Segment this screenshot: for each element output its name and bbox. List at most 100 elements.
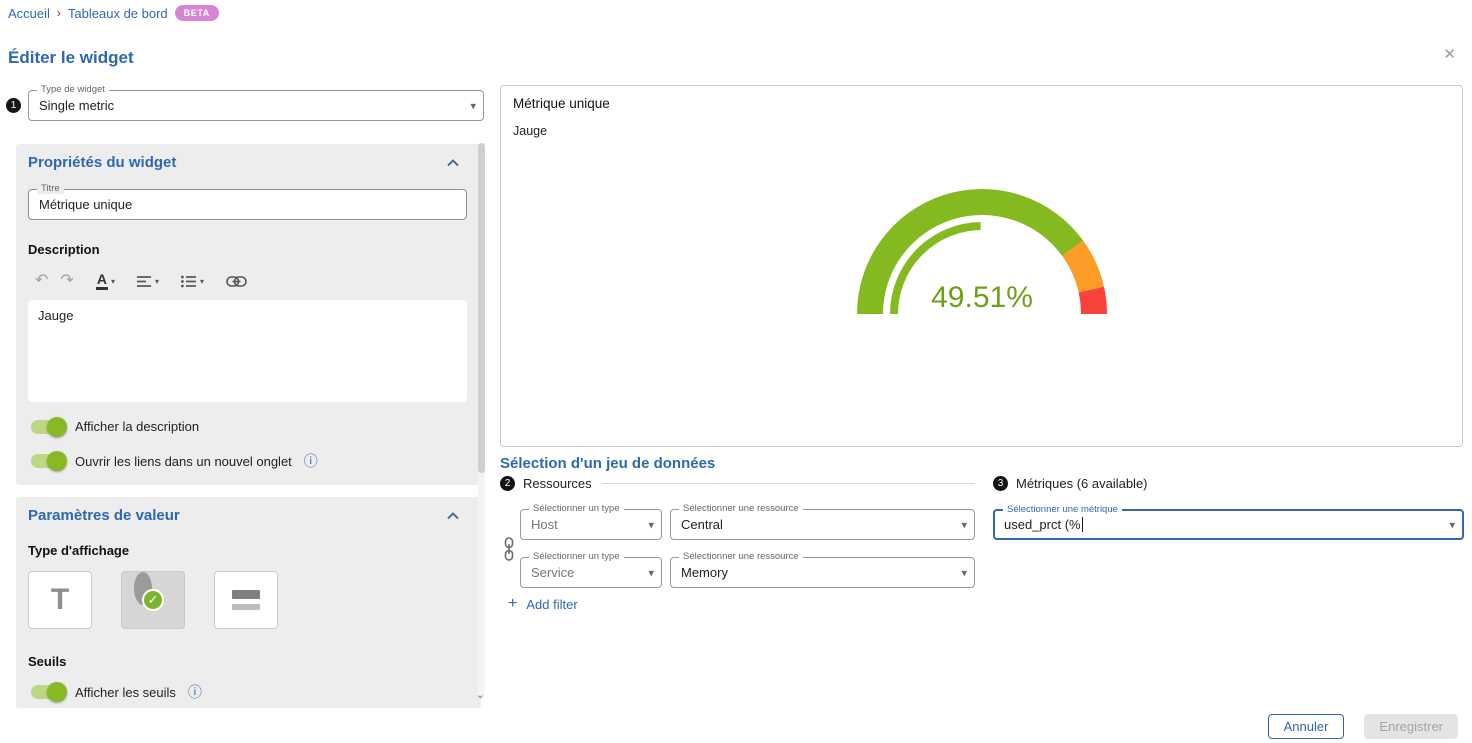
collapse-chevron-icon[interactable] <box>447 512 459 520</box>
step-2-badge: 2 <box>500 476 515 491</box>
gauge-chart: 49.51% <box>792 174 1172 334</box>
check-icon: ✓ <box>142 589 164 611</box>
select-label: Sélectionner une ressource <box>679 552 803 562</box>
breadcrumb-separator-icon: › <box>57 6 61 20</box>
scrollbar-thumb[interactable] <box>478 143 485 473</box>
footer-actions: Annuler Enregistrer <box>1268 714 1458 739</box>
plus-icon: + <box>508 596 517 612</box>
resource-type-select-2[interactable]: Sélectionner un type Service ▾ <box>520 557 662 588</box>
metrics-label: Métriques (6 available) <box>1016 476 1148 491</box>
page-title: Éditer le widget <box>8 48 134 68</box>
open-links-label: Ouvrir les liens dans un nouvel onglet <box>75 454 292 469</box>
select-label: Sélectionner un type <box>529 504 624 514</box>
bar-display-icon <box>232 590 260 610</box>
add-filter-label: Add filter <box>526 597 577 612</box>
select-value: Host <box>531 517 558 532</box>
open-links-row: Ouvrir les liens dans un nouvel onglet ⓘ <box>28 451 467 471</box>
text-display-icon: T <box>51 583 69 617</box>
show-thresholds-label: Afficher les seuils <box>75 685 176 700</box>
widget-type-select[interactable]: Type de widget Single metric ▾ <box>28 90 484 121</box>
description-editor[interactable]: Jauge <box>28 300 467 402</box>
title-input-label: Titre <box>37 184 64 194</box>
resource-select-1[interactable]: Sélectionner une ressource Central ▾ <box>670 509 975 540</box>
show-description-toggle[interactable] <box>31 420 64 434</box>
widget-type-row: 1 Type de widget Single metric ▾ <box>6 90 484 121</box>
thresholds-label: Seuils <box>28 654 467 669</box>
info-icon[interactable]: ⓘ <box>188 682 202 702</box>
text-color-icon: A <box>96 272 108 290</box>
left-panel-scrollbar[interactable] <box>478 143 485 698</box>
step-1-badge: 1 <box>6 98 21 113</box>
show-description-label: Afficher la description <box>75 419 199 434</box>
add-filter-button[interactable]: + Add filter <box>508 596 578 612</box>
scroll-down-icon[interactable]: ⌄ <box>476 688 485 701</box>
show-thresholds-toggle[interactable] <box>31 685 64 699</box>
close-icon[interactable]: ✕ <box>1439 43 1460 65</box>
redo-icon: ↷ <box>60 273 73 289</box>
chevron-down-icon: ▾ <box>648 518 654 531</box>
undo-button[interactable]: ↶ <box>30 270 53 292</box>
text-cursor <box>1082 517 1084 532</box>
preview-and-dataset-panel: Métrique unique Jauge 49.51% Sélection d… <box>500 85 1464 447</box>
metric-select-label: Sélectionner une métrique <box>1003 505 1122 515</box>
value-settings-title: Paramètres de valeur <box>28 507 180 524</box>
align-button[interactable]: ▾ <box>132 272 164 291</box>
widget-type-select-value: Single metric <box>39 98 114 113</box>
metric-select-value: used_prct (% <box>1004 517 1081 532</box>
dataset-section-title: Sélection d'un jeu de données <box>500 455 715 472</box>
chevron-down-icon: ▾ <box>155 277 159 286</box>
title-input-value: Métrique unique <box>39 197 132 212</box>
open-links-toggle[interactable] <box>31 454 64 468</box>
chevron-down-icon: ▾ <box>1449 518 1455 531</box>
align-left-icon <box>137 275 152 288</box>
divider <box>602 483 975 484</box>
value-settings-section: Paramètres de valeur Type d'affichage T … <box>16 497 481 708</box>
select-value: Memory <box>681 565 728 580</box>
chevron-down-icon: ▾ <box>470 99 476 112</box>
metric-select[interactable]: Sélectionner une métrique used_prct (% ▾ <box>993 509 1464 540</box>
show-thresholds-row: Afficher les seuils ⓘ <box>28 682 467 702</box>
insert-link-button[interactable] <box>221 273 252 290</box>
info-icon[interactable]: ⓘ <box>304 451 318 471</box>
widget-type-select-label: Type de widget <box>37 85 109 95</box>
breadcrumb: Accueil › Tableaux de bord BETA <box>8 5 219 21</box>
resources-header: 2 Ressources <box>500 476 975 491</box>
link-icon <box>226 276 247 287</box>
resource-row: Sélectionner un type Host ▾ Sélectionner… <box>520 509 975 540</box>
show-description-row: Afficher la description <box>28 419 467 434</box>
preview-description: Jauge <box>513 124 1450 138</box>
select-label: Sélectionner un type <box>529 552 624 562</box>
resource-rows: Sélectionner un type Host ▾ Sélectionner… <box>520 509 975 605</box>
preview-title: Métrique unique <box>513 96 1450 111</box>
chevron-down-icon: ▾ <box>648 566 654 579</box>
list-button[interactable]: ▾ <box>176 272 209 291</box>
display-type-options: T ✓ <box>28 571 467 629</box>
widget-properties-section: Propriétés du widget Titre Métrique uniq… <box>16 144 481 485</box>
display-option-bar[interactable] <box>214 571 278 629</box>
text-color-button[interactable]: A ▾ <box>91 269 120 293</box>
widget-settings-panel: 1 Type de widget Single metric ▾ Proprié… <box>0 85 487 703</box>
undo-icon: ↶ <box>35 273 48 289</box>
select-label: Sélectionner une ressource <box>679 504 803 514</box>
description-label: Description <box>28 242 467 257</box>
breadcrumb-link-home[interactable]: Accueil <box>8 6 50 21</box>
beta-badge: BETA <box>175 5 219 21</box>
cancel-button[interactable]: Annuler <box>1268 714 1345 739</box>
resource-type-select-1[interactable]: Sélectionner un type Host ▾ <box>520 509 662 540</box>
chevron-down-icon: ▾ <box>961 566 967 579</box>
redo-button[interactable]: ↷ <box>55 270 78 292</box>
svg-text:49.51%: 49.51% <box>931 281 1033 314</box>
display-type-label: Type d'affichage <box>28 543 467 558</box>
collapse-chevron-icon[interactable] <box>447 159 459 167</box>
bulleted-list-icon <box>181 275 197 288</box>
display-option-gauge[interactable]: ✓ <box>121 571 185 629</box>
title-input[interactable]: Titre Métrique unique <box>28 189 467 220</box>
resource-select-2[interactable]: Sélectionner une ressource Memory ▾ <box>670 557 975 588</box>
breadcrumb-link-dashboards[interactable]: Tableaux de bord <box>68 6 168 21</box>
richtext-toolbar: ↶ ↷ A ▾ ▾ ▾ <box>30 269 467 293</box>
properties-section-title: Propriétés du widget <box>28 154 176 171</box>
step-3-badge: 3 <box>993 476 1008 491</box>
save-button[interactable]: Enregistrer <box>1364 714 1458 739</box>
widget-preview: Métrique unique Jauge 49.51% <box>500 85 1463 447</box>
display-option-text[interactable]: T <box>28 571 92 629</box>
